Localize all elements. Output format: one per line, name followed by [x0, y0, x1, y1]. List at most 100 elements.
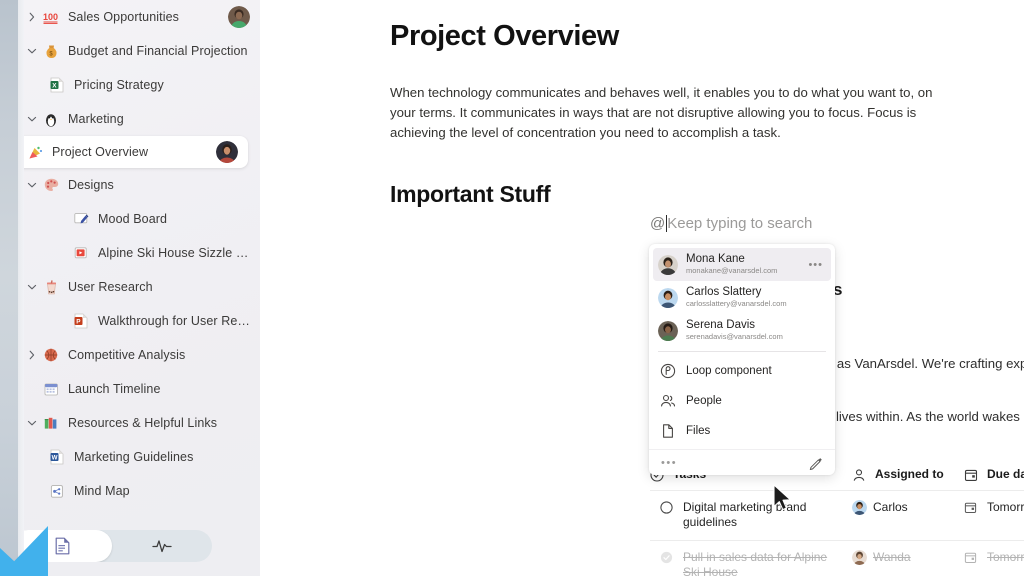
sidebar-item-launch-timeline[interactable]: Launch Timeline: [24, 372, 260, 406]
chevron-down-icon[interactable]: [24, 415, 40, 431]
mention-command-files[interactable]: Files: [649, 416, 835, 446]
calendar-icon: [964, 468, 981, 482]
sidebar: 100 Sales Opportunities $ Budget and Fin…: [0, 0, 260, 576]
task-cell[interactable]: Pull in sales data for Alpine Ski House: [650, 541, 852, 576]
mind-map-icon: [46, 481, 68, 501]
party-popper-emoji: [24, 142, 46, 162]
chevron-down-icon[interactable]: [24, 177, 40, 193]
sidebar-nav-list[interactable]: 100 Sales Opportunities $ Budget and Fin…: [14, 0, 260, 576]
due-date-cell[interactable]: Tomorrow: [964, 541, 1024, 575]
task-name: Pull in sales data for Alpine Ski House: [683, 549, 828, 576]
sidebar-item-sales-opportunities[interactable]: 100 Sales Opportunities: [24, 0, 260, 34]
sidebar-item-label: Alpine Ski House Sizzle Re...: [98, 246, 250, 260]
hundred-points-emoji: 100: [40, 7, 62, 27]
column-header-due-date[interactable]: Due date: [964, 462, 1024, 490]
mention-dropdown[interactable]: Mona Kane monakane@vanarsdel.com ••• Car…: [649, 244, 835, 475]
sidebar-item-label: Mind Map: [74, 484, 130, 498]
sidebar-item-alpine-ski-house-sizzle-reel[interactable]: Alpine Ski House Sizzle Re...: [24, 236, 260, 270]
more-options-icon[interactable]: •••: [808, 259, 823, 270]
person-icon: [852, 468, 869, 482]
section-heading-important-stuff: Important Stuff: [390, 181, 551, 207]
money-bag-emoji: $: [40, 41, 62, 61]
avatar: [228, 6, 250, 28]
activity-pulse-icon: [152, 538, 172, 554]
mention-command-loop-component[interactable]: Loop component: [649, 356, 835, 386]
mention-person-email: serenadavis@vanarsdel.com: [686, 332, 783, 341]
loop-component-icon: [658, 361, 678, 381]
avatar: [658, 254, 678, 275]
mention-command-label: Loop component: [686, 365, 772, 377]
calendar-icon: [40, 379, 62, 399]
files-icon: [658, 421, 678, 441]
chevron-right-icon[interactable]: [24, 9, 40, 25]
sidebar-item-label: Designs: [68, 178, 114, 192]
activity-view-toggle[interactable]: [112, 530, 212, 562]
mention-dropdown-footer: •••: [649, 449, 835, 475]
assignee-cell[interactable]: Carlos: [852, 491, 964, 525]
people-icon: [658, 391, 678, 411]
more-options-icon[interactable]: •••: [661, 457, 677, 468]
due-date-cell[interactable]: Tomorrow: [964, 491, 1024, 525]
table-row[interactable]: Pull in sales data for Alpine Ski House …: [650, 541, 1024, 576]
task-checkbox[interactable]: [660, 500, 677, 514]
svg-text:P: P: [76, 318, 81, 325]
assignee-name: Carlos: [873, 499, 908, 514]
sidebar-item-mind-map[interactable]: Mind Map: [24, 474, 260, 508]
mention-input-line[interactable]: @ Keep typing to search: [650, 215, 812, 232]
avatar: [852, 549, 867, 565]
sidebar-item-pricing-strategy[interactable]: X Pricing Strategy: [24, 68, 260, 102]
sidebar-item-marketing[interactable]: Marketing: [24, 102, 260, 136]
column-header-assigned-to[interactable]: Assigned to: [852, 462, 964, 490]
column-header-label: Assigned to: [875, 467, 944, 481]
mention-person-option[interactable]: Carlos Slattery carlosslattery@vanarsdel…: [649, 281, 835, 314]
artist-palette-emoji: [40, 175, 62, 195]
sidebar-item-label: User Research: [68, 280, 153, 294]
mention-person-name: Mona Kane: [686, 253, 745, 265]
sidebar-item-walkthrough-for-user-research[interactable]: P Walkthrough for User Res...: [24, 304, 260, 338]
sidebar-item-mood-board[interactable]: Mood Board: [24, 202, 260, 236]
task-cell[interactable]: Digital marketing brand guidelines: [650, 491, 852, 540]
mention-person-option[interactable]: Mona Kane monakane@vanarsdel.com •••: [653, 248, 831, 281]
chevron-right-icon[interactable]: [24, 347, 40, 363]
sidebar-item-label: Walkthrough for User Res...: [98, 314, 250, 328]
svg-text:X: X: [52, 82, 57, 89]
word-file-icon: W: [46, 447, 68, 467]
sidebar-item-label: Marketing Guidelines: [74, 450, 194, 464]
chevron-down-icon[interactable]: [24, 43, 40, 59]
divider: [658, 351, 826, 352]
sidebar-item-budget-and-financial-projection[interactable]: $ Budget and Financial Projection: [24, 34, 260, 68]
assignee-name: Wanda: [873, 549, 911, 564]
sidebar-item-user-research[interactable]: User Research: [24, 270, 260, 304]
sidebar-item-resources-and-helpful-links[interactable]: Resources & Helpful Links: [24, 406, 260, 440]
avatar: [658, 287, 678, 308]
sidebar-item-marketing-guidelines[interactable]: W Marketing Guidelines: [24, 440, 260, 474]
page-title: Project Overview: [390, 20, 619, 52]
powerpoint-file-icon: P: [70, 311, 92, 331]
pencil-icon[interactable]: [809, 456, 823, 470]
mention-person-option[interactable]: Serena Davis serenadavis@vanarsdel.com: [649, 314, 835, 347]
sidebar-item-competitive-analysis[interactable]: Competitive Analysis: [24, 338, 260, 372]
svg-text:100: 100: [43, 12, 58, 22]
window-edge-strip: [0, 0, 18, 576]
mention-person-name: Serena Davis: [686, 319, 756, 331]
task-checkbox[interactable]: [660, 551, 677, 564]
calendar-icon: [964, 551, 981, 564]
excel-file-icon: X: [46, 75, 68, 95]
due-date-value: Tomorrow: [987, 549, 1024, 564]
sidebar-item-label: Pricing Strategy: [74, 78, 164, 92]
chevron-down-icon[interactable]: [24, 111, 40, 127]
document-canvas: Project Overview When technology communi…: [260, 0, 1024, 576]
task-table[interactable]: Tasks Assigned to: [650, 462, 1024, 576]
document-icon: [54, 537, 71, 555]
assignee-cell[interactable]: Wanda: [852, 541, 964, 575]
chevron-down-icon[interactable]: [24, 279, 40, 295]
penguin-emoji: [40, 109, 62, 129]
mention-command-people[interactable]: People: [649, 386, 835, 416]
document-body: Project Overview When technology communi…: [390, 0, 1010, 208]
loop-workspace: 100 Sales Opportunities $ Budget and Fin…: [0, 0, 1024, 576]
sidebar-item-designs[interactable]: Designs: [24, 168, 260, 202]
table-row[interactable]: Digital marketing brand guidelines Carlo…: [650, 491, 1024, 541]
sidebar-item-project-overview[interactable]: Project Overview: [14, 136, 248, 168]
calendar-icon: [964, 501, 981, 514]
intro-paragraph: When technology communicates and behaves…: [390, 85, 933, 140]
